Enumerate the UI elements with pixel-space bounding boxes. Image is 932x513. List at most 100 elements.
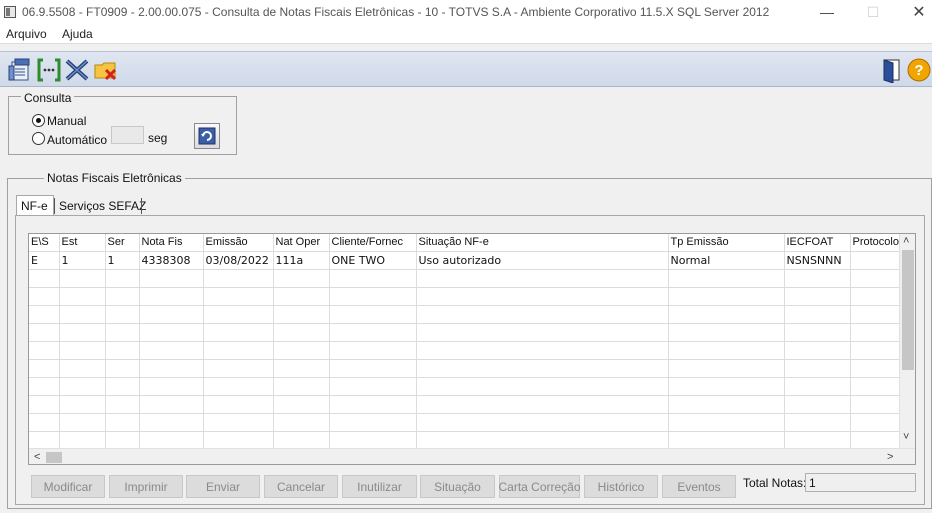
inutilizar-button[interactable]: Inutilizar: [342, 475, 417, 498]
maximize-button[interactable]: ☐: [850, 0, 896, 24]
col-header-nota-fis[interactable]: Nota Fis: [139, 234, 204, 252]
table-cell: [139, 359, 204, 378]
table-cell: [784, 287, 851, 306]
table-cell: [273, 323, 330, 342]
menu-arquivo[interactable]: Arquivo: [6, 27, 47, 41]
excel-icon[interactable]: [64, 57, 90, 83]
cell-tp-emissao: Normal: [668, 251, 785, 270]
table-cell: [59, 287, 106, 306]
table-cell: [329, 323, 417, 342]
table-cell: [203, 341, 274, 360]
imprimir-button[interactable]: Imprimir: [109, 475, 183, 498]
table-cell: [203, 287, 274, 306]
col-header-emissao[interactable]: Emissão: [203, 234, 274, 252]
table-cell: [273, 305, 330, 324]
scroll-left-icon[interactable]: <: [34, 451, 40, 463]
scroll-right-icon[interactable]: >: [887, 451, 893, 463]
manual-radio[interactable]: [32, 114, 45, 127]
table-cell: [784, 431, 851, 450]
svg-text:?: ?: [914, 62, 923, 79]
table-cell: [416, 323, 669, 342]
carta-correcao-button[interactable]: Carta Correção: [498, 475, 581, 498]
col-header-est[interactable]: Est: [59, 234, 106, 252]
situacao-button[interactable]: Situação: [420, 475, 495, 498]
seconds-input[interactable]: [111, 126, 144, 144]
exit-door-icon[interactable]: [879, 57, 905, 84]
table-cell: [29, 323, 60, 342]
filter-icon[interactable]: [36, 57, 62, 83]
table-cell: [416, 377, 669, 396]
scroll-up-icon[interactable]: ˄: [903, 235, 909, 247]
col-header-iecfoat[interactable]: IECFOAT: [784, 234, 851, 252]
tab-nfe[interactable]: NF-e: [16, 195, 54, 216]
enviar-button[interactable]: Enviar: [186, 475, 260, 498]
vertical-scroll-thumb[interactable]: [902, 250, 914, 370]
help-icon[interactable]: ?: [906, 57, 932, 83]
table-row[interactable]: [29, 377, 900, 396]
col-header-nat-oper[interactable]: Nat Oper: [273, 234, 330, 252]
refresh-button[interactable]: [194, 123, 220, 149]
col-header-protocolo[interactable]: Protocolo: [850, 234, 900, 252]
table-cell: [416, 341, 669, 360]
table-cell: [203, 323, 274, 342]
horizontal-scrollbar[interactable]: < >: [29, 448, 915, 464]
table-cell: [29, 305, 60, 324]
nfe-table: E\S Est Ser Nota Fis Emissão Nat Oper Cl…: [29, 234, 900, 450]
table-cell: [850, 287, 900, 306]
minimize-button[interactable]: —: [804, 0, 850, 24]
tab-servicos-sefaz[interactable]: Serviços SEFAZ: [59, 199, 146, 213]
table-row[interactable]: [29, 431, 900, 450]
table-cell: [784, 413, 851, 432]
vertical-scrollbar[interactable]: ˄ ˅: [899, 234, 915, 448]
folder-cancel-icon[interactable]: [93, 57, 119, 83]
nfe-grid[interactable]: E\S Est Ser Nota Fis Emissão Nat Oper Cl…: [28, 233, 916, 465]
report-icon[interactable]: [8, 57, 34, 83]
table-cell: [59, 341, 106, 360]
table-cell: [329, 413, 417, 432]
automatic-radio[interactable]: [32, 132, 45, 145]
col-header-ser[interactable]: Ser: [105, 234, 140, 252]
table-row[interactable]: [29, 305, 900, 324]
close-button[interactable]: ✕: [896, 0, 932, 24]
table-row[interactable]: [29, 323, 900, 342]
table-row[interactable]: [29, 287, 900, 306]
table-cell: [668, 413, 785, 432]
table-row[interactable]: [29, 395, 900, 414]
table-cell: [668, 323, 785, 342]
historico-button[interactable]: Histórico: [584, 475, 658, 498]
col-header-cliente[interactable]: Cliente/Fornec: [329, 234, 417, 252]
table-cell: [139, 323, 204, 342]
col-header-es[interactable]: E\S: [29, 234, 60, 252]
cancelar-button[interactable]: Cancelar: [264, 475, 338, 498]
col-header-tp-emissao[interactable]: Tp Emissão: [668, 234, 785, 252]
table-row[interactable]: [29, 359, 900, 378]
table-cell: [668, 377, 785, 396]
table-cell: [105, 269, 140, 288]
table-cell: [29, 377, 60, 396]
horizontal-scroll-thumb[interactable]: [46, 452, 62, 463]
table-cell: [203, 269, 274, 288]
cell-nota-fis: 4338308: [139, 251, 204, 270]
cell-situacao: Uso autorizado: [416, 251, 669, 270]
table-cell: [850, 431, 900, 450]
table-cell: [139, 431, 204, 450]
table-cell: [784, 395, 851, 414]
table-cell: [29, 431, 60, 450]
cell-es: E: [29, 251, 60, 270]
table-cell: [416, 359, 669, 378]
table-row[interactable]: E 1 1 4338308 03/08/2022 111a ONE TWO Us…: [29, 251, 900, 270]
table-row[interactable]: [29, 269, 900, 288]
table-cell: [29, 395, 60, 414]
table-cell: [668, 395, 785, 414]
tab-divider: [141, 198, 142, 214]
nfe-legend: Notas Fiscais Eletrônicas: [44, 171, 185, 185]
menu-ajuda[interactable]: Ajuda: [62, 27, 93, 41]
scroll-down-icon[interactable]: ˅: [903, 431, 909, 443]
eventos-button[interactable]: Eventos: [662, 475, 736, 498]
col-header-situacao[interactable]: Situação NF-e: [416, 234, 669, 252]
table-row[interactable]: [29, 413, 900, 432]
modificar-button[interactable]: Modificar: [31, 475, 105, 498]
table-row[interactable]: [29, 341, 900, 360]
table-cell: [668, 269, 785, 288]
table-cell: [139, 305, 204, 324]
